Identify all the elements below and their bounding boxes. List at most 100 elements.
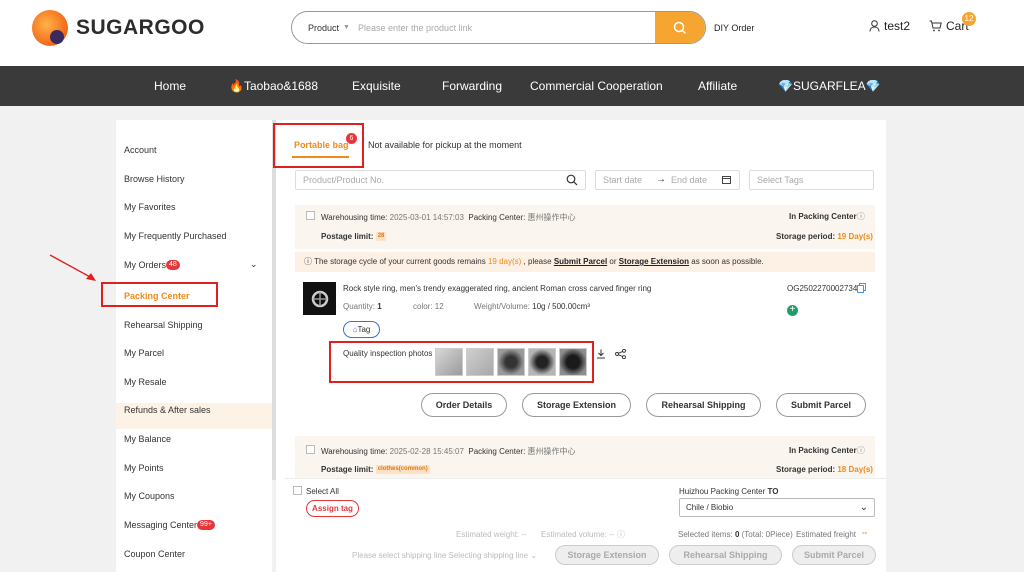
search-icon[interactable] — [566, 174, 578, 186]
chevron-down-icon: ⌄ — [530, 551, 538, 560]
parcel-checkbox[interactable] — [306, 211, 315, 220]
annotation-box-qi-photos — [329, 341, 594, 383]
packing-center-value: 惠州操作中心 — [527, 447, 576, 456]
storage-extension-button-disabled[interactable]: Storage Extension — [555, 545, 659, 565]
estimated-freight-value: -- — [862, 528, 868, 537]
postage-limit: Postage limit: 28 — [321, 232, 387, 242]
sidebar-item-account[interactable]: Account — [124, 145, 157, 155]
product-thumbnail[interactable] — [303, 282, 336, 315]
destination-value: Chile / Biobio — [686, 503, 734, 512]
rehearsal-shipping-button[interactable]: Rehearsal Shipping — [646, 393, 761, 417]
nav-commercial-cooperation[interactable]: Commercial Cooperation — [530, 66, 663, 106]
sidebar-item-my-balance[interactable]: My Balance — [124, 434, 171, 444]
sidebar-item-my-resale[interactable]: My Resale — [124, 377, 167, 387]
nav-sugarflea-label: SUGARFLEA — [792, 79, 866, 93]
tag-button[interactable]: ⌂Tag — [343, 321, 380, 338]
product-weight: Weight/Volume: 10g / 500.00cm³ — [474, 302, 590, 311]
copy-icon[interactable] — [857, 283, 866, 293]
sidebar-item-messaging-center[interactable]: Messaging Center 99+ — [124, 520, 215, 530]
destination-select[interactable]: Chile / Biobio ⌄ — [679, 498, 875, 517]
storage-extension-button[interactable]: Storage Extension — [522, 393, 631, 417]
sidebar-item-label: Messaging Center — [124, 520, 198, 530]
start-date-placeholder: Start date — [603, 175, 643, 185]
end-date-placeholder: End date — [671, 175, 708, 185]
nav-home[interactable]: Home — [154, 66, 186, 106]
tab-not-available[interactable]: Not available for pickup at the moment — [368, 140, 522, 150]
select-all-checkbox[interactable] — [293, 486, 302, 495]
sidebar-item-refunds[interactable]: Refunds & After sales — [124, 405, 211, 415]
sidebar-item-my-points[interactable]: My Points — [124, 463, 164, 473]
sidebar-item-my-parcel[interactable]: My Parcel — [124, 348, 164, 358]
sidebar-item-browse-history[interactable]: Browse History — [124, 174, 185, 184]
quantity-label: Quantity: — [343, 302, 376, 311]
arrow-right-icon: → — [656, 174, 666, 185]
parcel-checkbox[interactable] — [306, 445, 315, 454]
color-label: color: — [413, 302, 433, 311]
submit-parcel-button-disabled[interactable]: Submit Parcel — [792, 545, 876, 565]
info-icon[interactable]: ⓘ — [857, 445, 865, 456]
postage-limit: Postage limit: clothes(common) — [321, 465, 430, 475]
packing-center-value: 惠州操作中心 — [527, 213, 576, 222]
packing-center-name: Huizhou Packing Center — [679, 487, 766, 496]
selected-total: (Total: 0Piece) — [741, 530, 793, 539]
storage-period-label: Storage period: — [776, 232, 836, 241]
sidebar-item-my-coupons[interactable]: My Coupons — [124, 491, 175, 501]
ring-image-icon — [311, 290, 328, 307]
weight-value: 10g / 500.00cm³ — [532, 302, 590, 311]
select-all-label[interactable]: Select All — [306, 487, 339, 496]
product-quantity: Quantity: 1 — [343, 302, 382, 311]
nav-taobao[interactable]: 🔥Taobao&1688 — [229, 66, 318, 106]
logo-text: SUGARGOO — [76, 16, 205, 39]
tags-select[interactable]: Select Tags — [749, 170, 874, 190]
chevron-down-icon[interactable]: ⌄ — [250, 259, 258, 270]
user-menu[interactable]: test2 — [869, 19, 910, 33]
storage-period-value: 19 Day(s) — [837, 232, 873, 241]
diy-order-link[interactable]: DIY Order — [714, 23, 754, 33]
estimated-weight: Estimated weight: -- — [456, 530, 527, 539]
cart-icon — [929, 20, 942, 32]
product-search-input[interactable]: Product/Product No. — [295, 170, 586, 190]
assign-tag-button[interactable]: Assign tag — [306, 500, 359, 517]
expand-plus-icon[interactable]: + — [787, 305, 798, 316]
search-type-select[interactable]: Product ▼ — [292, 23, 358, 33]
sidebar-item-frequently-purchased[interactable]: My Frequently Purchased — [124, 231, 227, 241]
sidebar-item-label: My Orders — [124, 260, 167, 270]
chevron-down-icon: ⌄ — [859, 502, 868, 513]
warehousing-time: Warehousing time: 2025-02-28 15:45:07 Pa… — [321, 446, 576, 457]
share-icon[interactable] — [615, 349, 626, 359]
nav-sugarflea[interactable]: 💎SUGARFLEA💎 — [778, 66, 881, 106]
messaging-count-badge: 99+ — [197, 520, 215, 530]
selecting-line-text: Selecting shipping line — [448, 551, 529, 560]
info-icon[interactable]: ⓘ — [617, 529, 625, 540]
sidebar-item-rehearsal-shipping[interactable]: Rehearsal Shipping — [124, 320, 203, 330]
parcel-status: In Packing Center — [789, 212, 857, 221]
warehousing-value: 2025-02-28 15:45:07 — [389, 447, 464, 456]
notice-days: 19 day(s) — [487, 257, 522, 266]
nav-affiliate[interactable]: Affiliate — [698, 66, 737, 106]
sidebar-item-my-orders[interactable]: My Orders 48 — [124, 260, 180, 270]
date-range-picker[interactable]: Start date → End date — [595, 170, 740, 190]
tags-placeholder: Select Tags — [757, 175, 804, 185]
storage-period-label: Storage period: — [776, 465, 836, 474]
nav-forwarding[interactable]: Forwarding — [442, 66, 502, 106]
sidebar-item-coupon-center[interactable]: Coupon Center — [124, 549, 185, 559]
notice-extension-link[interactable]: Storage Extension — [619, 257, 689, 266]
submit-parcel-button[interactable]: Submit Parcel — [776, 393, 866, 417]
order-details-button[interactable]: Order Details — [421, 393, 507, 417]
search-input[interactable] — [358, 12, 655, 43]
product-color: color: 12 — [413, 302, 444, 311]
logo[interactable]: SUGARGOO — [32, 10, 205, 46]
info-icon[interactable]: ⓘ — [857, 211, 865, 222]
diamond-icon: 💎 — [865, 79, 881, 93]
warehousing-time: Warehousing time: 2025-03-01 14:57:03 Pa… — [321, 212, 576, 223]
logo-icon — [32, 10, 68, 46]
product-title[interactable]: Rock style ring, men's trendy exaggerate… — [343, 284, 651, 293]
notice-submit-link[interactable]: Submit Parcel — [554, 257, 607, 266]
download-icon[interactable] — [596, 349, 606, 359]
notice-text: as soon as possible. — [691, 257, 764, 266]
nav-exquisite[interactable]: Exquisite — [352, 66, 401, 106]
order-number: OG2502270002734 — [787, 284, 858, 293]
search-button[interactable] — [655, 12, 705, 43]
rehearsal-shipping-button-disabled[interactable]: Rehearsal Shipping — [669, 545, 782, 565]
sidebar-item-my-favorites[interactable]: My Favorites — [124, 202, 176, 212]
